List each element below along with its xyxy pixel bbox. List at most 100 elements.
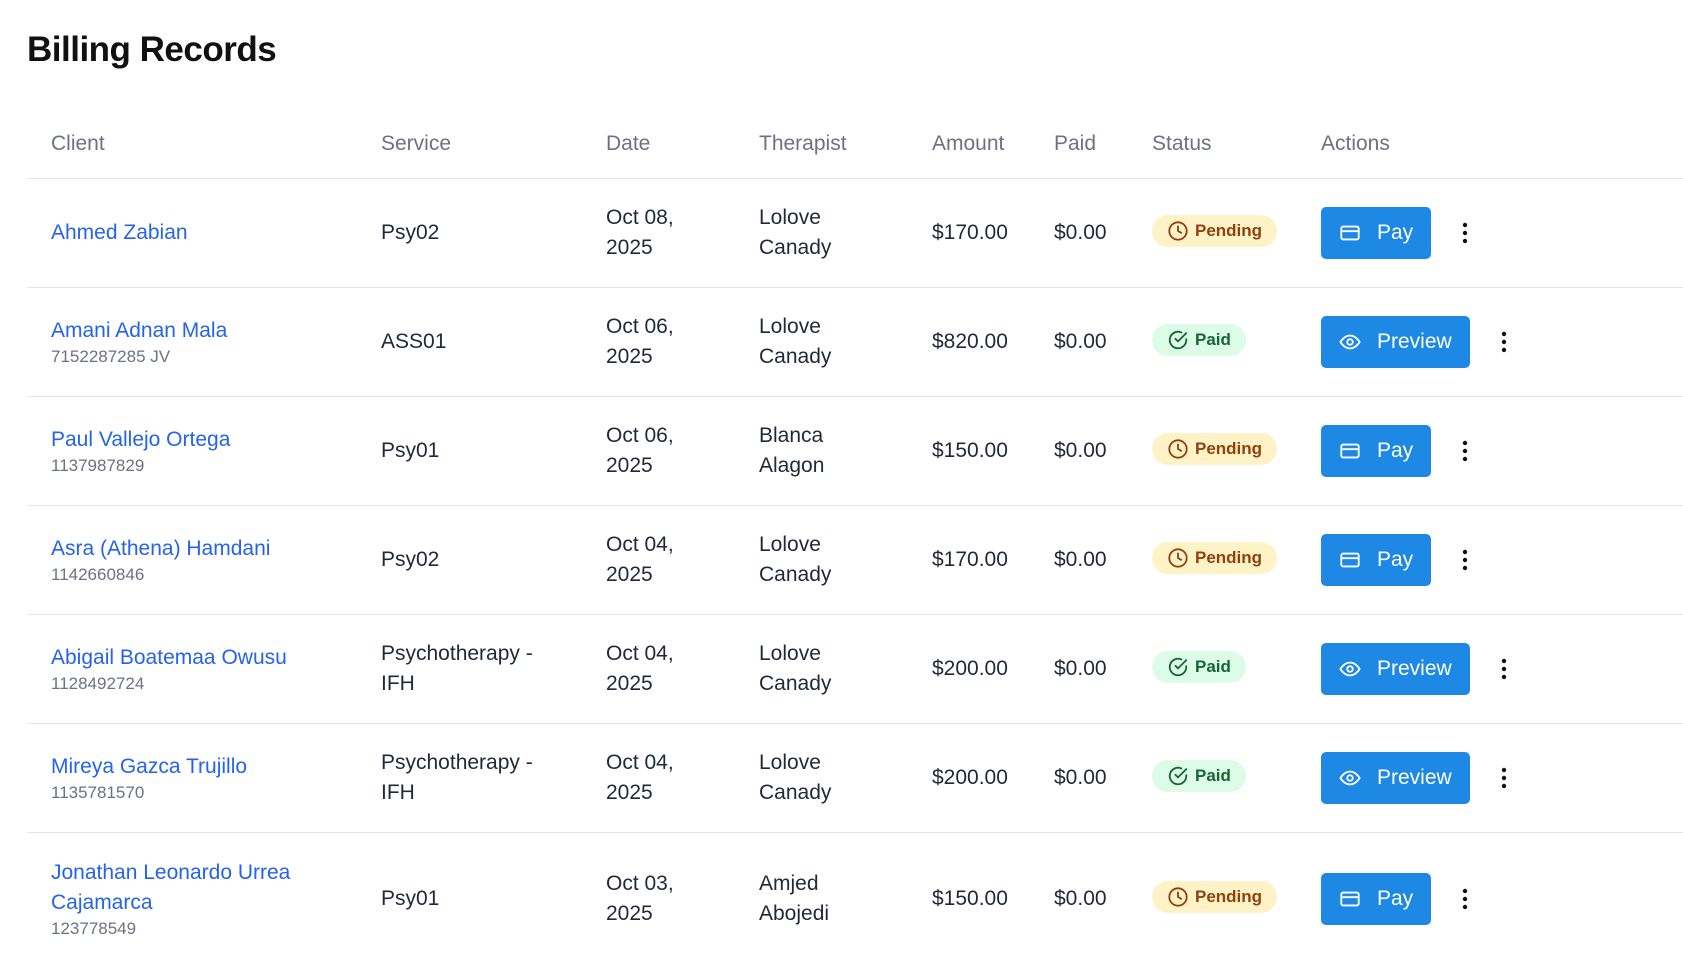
more-options-icon[interactable]: [1490, 758, 1518, 798]
status-cell: Pending: [1128, 506, 1297, 615]
action-label: Preview: [1377, 657, 1452, 681]
actions-cell: Pay: [1297, 179, 1683, 288]
table-row: Abigail Boatemaa Owusu1128492724Psychoth…: [27, 615, 1683, 724]
table-row: Asra (Athena) Hamdani1142660846Psy02Oct …: [27, 506, 1683, 615]
date-line1: Oct 06,: [606, 315, 674, 338]
client-id: 123778549: [51, 918, 357, 940]
more-options-icon[interactable]: [1451, 431, 1479, 471]
amount-cell: $820.00: [908, 288, 1030, 397]
client-name-link[interactable]: Ahmed Zabian: [51, 218, 357, 248]
status-badge: Pending: [1152, 215, 1277, 247]
column-header-date[interactable]: Date: [582, 110, 735, 179]
column-header-client[interactable]: Client: [27, 110, 357, 179]
amount-cell: $150.00: [908, 833, 1030, 965]
table-header-row: Client Service Date Therapist Amount Pai…: [27, 110, 1683, 179]
client-name-link[interactable]: Asra (Athena) Hamdani: [51, 534, 357, 564]
therapist-last-name: Canady: [759, 563, 831, 586]
therapist-last-name: Abojedi: [759, 902, 829, 925]
amount-cell: $200.00: [908, 724, 1030, 833]
service-code: Psy02: [381, 548, 439, 571]
pay-button[interactable]: Pay: [1321, 207, 1431, 259]
actions-cell: Pay: [1297, 833, 1683, 965]
date-line1: Oct 08,: [606, 206, 674, 229]
therapist-last-name: Canady: [759, 672, 831, 695]
column-header-therapist[interactable]: Therapist: [735, 110, 908, 179]
date-cell: Oct 04,2025: [582, 724, 735, 833]
date-line2: 2025: [606, 454, 653, 477]
eye-icon: [1339, 767, 1361, 789]
date-line1: Oct 04,: [606, 751, 674, 774]
client-name-link[interactable]: Mireya Gazca Trujillo: [51, 752, 357, 782]
table-row: Ahmed ZabianPsy02Oct 08,2025LoloveCanady…: [27, 179, 1683, 288]
client-name-link[interactable]: Paul Vallejo Ortega: [51, 425, 357, 455]
more-options-icon[interactable]: [1490, 322, 1518, 362]
status-label: Pending: [1195, 543, 1262, 573]
client-id: 1135781570: [51, 782, 357, 804]
pay-button[interactable]: Pay: [1321, 873, 1431, 925]
client-cell: Jonathan Leonardo UrreaCajamarca12377854…: [27, 833, 357, 965]
service-code: Psy01: [381, 887, 439, 910]
client-cell: Amani Adnan Mala7152287285 JV: [27, 288, 357, 397]
status-cell: Paid: [1128, 615, 1297, 724]
therapist-first-name: Lolove: [759, 315, 821, 338]
service-line2: IFH: [381, 781, 415, 804]
therapist-first-name: Lolove: [759, 751, 821, 774]
column-header-service[interactable]: Service: [357, 110, 582, 179]
action-label: Pay: [1377, 887, 1413, 911]
service-code: ASS01: [381, 330, 446, 353]
status-label: Paid: [1195, 652, 1231, 682]
status-cell: Paid: [1128, 724, 1297, 833]
card-icon: [1339, 888, 1361, 910]
column-header-paid[interactable]: Paid: [1030, 110, 1128, 179]
service-code: Psy01: [381, 439, 439, 462]
date-line1: Oct 04,: [606, 642, 674, 665]
client-name-link[interactable]: Jonathan Leonardo UrreaCajamarca: [51, 858, 357, 918]
status-cell: Pending: [1128, 397, 1297, 506]
pay-button[interactable]: Pay: [1321, 534, 1431, 586]
status-cell: Pending: [1128, 833, 1297, 965]
preview-button[interactable]: Preview: [1321, 316, 1470, 368]
check-circle-icon: [1167, 329, 1189, 351]
action-label: Preview: [1377, 330, 1452, 354]
date-cell: Oct 06,2025: [582, 397, 735, 506]
service-cell: Psy01: [357, 397, 582, 506]
table-row: Jonathan Leonardo UrreaCajamarca12377854…: [27, 833, 1683, 965]
therapist-cell: Lolove Canady: [735, 506, 908, 615]
therapist-first-name: Lolove: [759, 533, 821, 556]
status-badge: Paid: [1152, 324, 1246, 356]
therapist-cell: LoloveCanady: [735, 724, 908, 833]
status-label: Pending: [1195, 216, 1262, 246]
actions-cell: Pay: [1297, 397, 1683, 506]
more-options-icon[interactable]: [1451, 879, 1479, 919]
service-cell: Psy02: [357, 506, 582, 615]
therapist-cell: LoloveCanady: [735, 615, 908, 724]
service-cell: Psychotherapy -IFH: [357, 615, 582, 724]
preview-button[interactable]: Preview: [1321, 752, 1470, 804]
therapist-last-name: Canady: [759, 345, 831, 368]
preview-button[interactable]: Preview: [1321, 643, 1470, 695]
status-label: Pending: [1195, 434, 1262, 464]
client-id: 7152287285 JV: [51, 346, 357, 368]
status-cell: Pending: [1128, 179, 1297, 288]
column-header-amount[interactable]: Amount: [908, 110, 1030, 179]
more-options-icon[interactable]: [1451, 213, 1479, 253]
amount-cell: $170.00: [908, 506, 1030, 615]
date-cell: Oct 04,2025: [582, 615, 735, 724]
pay-button[interactable]: Pay: [1321, 425, 1431, 477]
card-icon: [1339, 440, 1361, 462]
therapist-first-name: Blanca: [759, 424, 823, 447]
service-cell: ASS01: [357, 288, 582, 397]
more-options-icon[interactable]: [1451, 540, 1479, 580]
more-options-icon[interactable]: [1490, 649, 1518, 689]
amount-cell: $170.00: [908, 179, 1030, 288]
paid-cell: $0.00: [1030, 288, 1128, 397]
clock-icon: [1167, 547, 1189, 569]
therapist-last-name: Canady: [759, 236, 831, 259]
date-line2: 2025: [606, 236, 653, 259]
client-name-link[interactable]: Amani Adnan Mala: [51, 316, 357, 346]
billing-table: Client Service Date Therapist Amount Pai…: [27, 110, 1683, 965]
client-name-link[interactable]: Abigail Boatemaa Owusu: [51, 643, 357, 673]
paid-cell: $0.00: [1030, 615, 1128, 724]
column-header-status[interactable]: Status: [1128, 110, 1297, 179]
client-cell: Asra (Athena) Hamdani1142660846: [27, 506, 357, 615]
